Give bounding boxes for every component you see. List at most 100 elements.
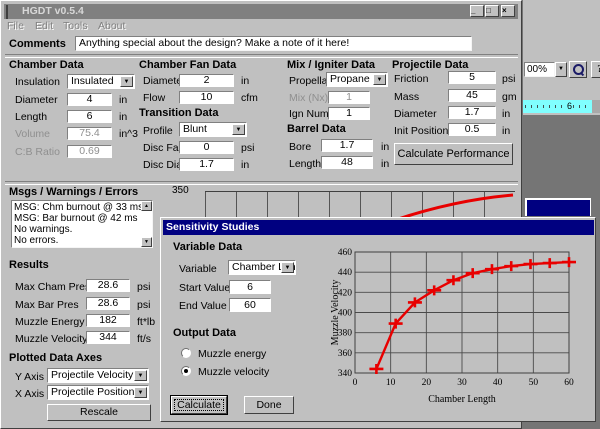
mass-unit: gm — [502, 91, 517, 103]
chamber-fan-title: Chamber Fan Data — [139, 59, 236, 71]
init-position-field[interactable]: 0.5 — [448, 123, 496, 136]
chevron-down-icon[interactable]: ▼ — [373, 74, 386, 85]
x-axis-label: X Axis — [15, 388, 44, 400]
scroll-down-icon[interactable]: ▼ — [141, 237, 152, 247]
chevron-down-icon[interactable]: ▼ — [134, 387, 147, 398]
svg-text:20: 20 — [422, 378, 432, 388]
variable-data-title: Variable Data — [173, 241, 242, 253]
message-line: No errors. — [12, 234, 60, 247]
max-cham-pres-field: 28.6 — [86, 279, 130, 292]
close-button[interactable]: × — [501, 5, 515, 17]
y-axis-dropdown[interactable]: Projectile Velocity ▼ — [47, 368, 149, 383]
muzzle-velocity-unit: ft/s — [137, 333, 151, 345]
comments-label: Comments — [9, 38, 66, 50]
hgdt-titlebar[interactable]: HGDT v0.5.4 _ □ × — [4, 4, 518, 19]
muzzle-energy-field: 182 — [86, 314, 130, 327]
chamber-diameter-field[interactable]: 4 — [67, 93, 112, 106]
profile-label: Profile — [143, 125, 173, 137]
chamber-diameter-unit: in — [119, 94, 127, 106]
muzzle-velocity-radio[interactable] — [181, 366, 191, 376]
menu-edit[interactable]: Edit — [35, 20, 53, 32]
zoom-level-value: 00% — [527, 64, 547, 75]
chamber-data-title: Chamber Data — [9, 59, 84, 71]
fan-diameter-field[interactable]: 2 — [179, 74, 234, 87]
propellant-dropdown[interactable]: Propane ▼ — [326, 72, 388, 87]
disc-failure-unit: psi — [241, 142, 254, 154]
svg-text:30: 30 — [457, 378, 467, 388]
volume-field: 75.4 — [67, 127, 112, 140]
calculate-button[interactable]: Calculate — [171, 396, 227, 414]
scroll-up-icon[interactable]: ▲ — [141, 201, 152, 211]
variable-dropdown[interactable]: Chamber Len/ ▼ — [228, 260, 296, 275]
barrel-length-unit: in — [381, 158, 389, 170]
projectile-title: Projectile Data — [392, 59, 468, 71]
svg-text:10: 10 — [386, 378, 396, 388]
chamber-length-label: Length — [15, 111, 47, 123]
barrel-length-field[interactable]: 48 — [321, 156, 373, 169]
dialog-title: Sensitivity Studies — [166, 221, 259, 233]
volume-unit: in^3 — [119, 128, 138, 140]
friction-unit: psi — [502, 73, 515, 85]
start-value-field[interactable]: 6 — [229, 280, 271, 294]
svg-text:40: 40 — [493, 378, 503, 388]
end-value-label: End Value — [179, 300, 227, 312]
barrel-title: Barrel Data — [287, 123, 346, 135]
minimize-button[interactable]: _ — [470, 5, 484, 17]
messages-listbox[interactable]: MSG: Chm burnout @ 33 ms MSG: Bar burnou… — [11, 200, 153, 248]
profile-dropdown[interactable]: Blunt ▼ — [179, 122, 247, 137]
flow-field[interactable]: 10 — [179, 91, 234, 104]
magnifier-button[interactable] — [569, 61, 587, 78]
bore-field[interactable]: 1.7 — [321, 139, 373, 152]
comments-value: Anything special about the design? Make … — [79, 37, 349, 49]
x-axis-dropdown[interactable]: Projectile Position ▼ — [47, 385, 149, 400]
disc-failure-field[interactable]: 0 — [179, 141, 234, 154]
max-bar-pres-unit: psi — [137, 299, 150, 311]
barrel-length-label: Length — [289, 158, 321, 170]
chevron-down-icon[interactable]: ▼ — [232, 124, 245, 135]
rescale-button[interactable]: Rescale — [47, 404, 151, 421]
dialog-titlebar[interactable]: Sensitivity Studies — [163, 220, 594, 235]
calculate-performance-button[interactable]: Calculate Performance — [394, 143, 513, 165]
chevron-down-icon[interactable]: ▼ — [120, 76, 133, 87]
muzzle-energy-radio[interactable] — [181, 348, 191, 358]
menu-tools[interactable]: Tools — [63, 20, 88, 32]
muzzle-velocity-field: 344 — [86, 331, 130, 344]
zoom-level-combobox[interactable]: 00% — [524, 62, 555, 77]
maximize-button[interactable]: □ — [485, 5, 499, 17]
disc-diam-unit: in — [241, 159, 249, 171]
chamber-length-unit: in — [119, 111, 127, 123]
output-data-title: Output Data — [173, 327, 236, 339]
document-ruler: 6 — [523, 100, 592, 113]
svg-text:340: 340 — [338, 369, 353, 379]
window-title: HGDT v0.5.4 — [22, 4, 84, 19]
mass-label: Mass — [394, 91, 419, 103]
results-title: Results — [9, 259, 49, 271]
zoom-dropdown-arrow[interactable]: ▼ — [555, 62, 567, 77]
menu-file[interactable]: File — [7, 20, 24, 32]
mass-field[interactable]: 45 — [448, 89, 496, 102]
chevron-down-icon[interactable]: ▼ — [281, 262, 294, 273]
comments-input[interactable]: Anything special about the design? Make … — [75, 36, 472, 51]
insulation-dropdown[interactable]: Insulated ▼ — [67, 74, 135, 89]
help-button[interactable]: ? — [591, 61, 600, 78]
max-bar-pres-field: 28.6 — [86, 297, 130, 310]
mix-nx-field: 1 — [328, 91, 370, 104]
proj-diameter-field[interactable]: 1.7 — [448, 106, 496, 119]
hidden-window-titlebar[interactable] — [525, 198, 591, 216]
menubar: File Edit Tools About — [4, 20, 518, 34]
main-plot-curve — [205, 192, 515, 220]
chevron-down-icon[interactable]: ▼ — [134, 370, 147, 381]
end-value-field[interactable]: 60 — [229, 298, 271, 312]
friction-field[interactable]: 5 — [448, 71, 496, 84]
svg-text:50: 50 — [529, 378, 539, 388]
magnifier-icon — [573, 64, 584, 75]
menu-about[interactable]: About — [98, 20, 125, 32]
init-position-unit: in — [502, 125, 510, 137]
done-button[interactable]: Done — [244, 396, 294, 414]
chamber-length-field[interactable]: 6 — [67, 110, 112, 123]
disc-diam-field[interactable]: 1.7 — [179, 158, 234, 171]
ign-num-field[interactable]: 1 — [328, 107, 370, 120]
muzzle-energy-unit: ft*lb — [137, 316, 155, 328]
svg-text:360: 360 — [338, 349, 353, 359]
init-position-label: Init Position — [394, 125, 448, 137]
